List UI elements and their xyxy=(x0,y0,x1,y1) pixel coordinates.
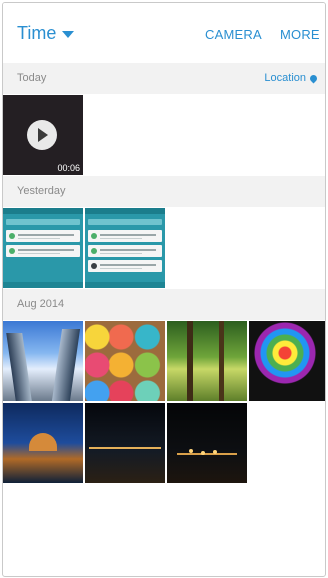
screenshot-card xyxy=(88,260,162,272)
time-view-dropdown[interactable]: Time xyxy=(17,23,75,44)
gallery-content: Today Location 00:06 Yesterday Aug 2014 xyxy=(3,63,325,576)
screenshot-footer xyxy=(85,282,165,288)
today-grid: 00:06 xyxy=(3,94,325,176)
photo-thumbnail[interactable] xyxy=(85,321,165,401)
photo-thumbnail[interactable] xyxy=(167,403,247,483)
screenshot-header xyxy=(3,208,83,214)
video-duration: 00:06 xyxy=(57,163,80,173)
screenshot-thumbnail[interactable] xyxy=(85,208,165,288)
photo-thumbnail[interactable] xyxy=(249,321,325,401)
chevron-down-icon xyxy=(62,31,75,38)
section-header-yesterday: Yesterday xyxy=(3,176,325,207)
screenshot-dot xyxy=(9,248,15,254)
yesterday-grid xyxy=(3,207,325,289)
screenshot-dot xyxy=(91,233,97,239)
app-bar: Time CAMERA MORE xyxy=(3,3,325,63)
screenshot-card xyxy=(88,230,162,242)
screenshot-line xyxy=(100,238,142,239)
aug-2014-grid xyxy=(3,320,325,484)
screenshot-dot xyxy=(91,248,97,254)
section-header-today: Today Location xyxy=(3,63,325,94)
screenshot-line xyxy=(18,234,74,236)
view-title: Time xyxy=(17,23,57,43)
location-button[interactable]: Location xyxy=(264,72,319,84)
section-label-yesterday: Yesterday xyxy=(17,185,66,197)
screenshot-card xyxy=(6,245,80,257)
section-header-aug-2014: Aug 2014 xyxy=(3,289,325,320)
video-thumbnail[interactable]: 00:06 xyxy=(3,95,83,175)
screenshot-line xyxy=(18,238,60,239)
screenshot-line xyxy=(18,253,60,254)
photo-thumbnail[interactable] xyxy=(167,321,247,401)
screenshot-line xyxy=(100,249,156,251)
more-button[interactable]: MORE xyxy=(280,27,320,42)
screenshot-line xyxy=(100,264,156,266)
screenshot-line xyxy=(100,268,142,269)
screenshot-dot xyxy=(91,263,97,269)
play-icon xyxy=(27,120,57,150)
photo-thumbnail[interactable] xyxy=(3,403,83,483)
screenshot-line xyxy=(100,253,142,254)
location-label: Location xyxy=(264,72,306,84)
screenshot-thumbnail[interactable] xyxy=(3,208,83,288)
screenshot-tabs xyxy=(6,219,80,225)
section-label-today: Today xyxy=(17,72,47,84)
section-label-aug-2014: Aug 2014 xyxy=(17,298,65,310)
camera-button[interactable]: CAMERA xyxy=(205,27,262,42)
screenshot-card xyxy=(6,230,80,242)
location-pin-icon xyxy=(308,73,319,83)
screenshot-card xyxy=(88,245,162,257)
screenshot-tabs xyxy=(88,219,162,225)
screenshot-dot xyxy=(9,233,15,239)
screenshot-footer xyxy=(3,282,83,288)
photo-thumbnail[interactable] xyxy=(85,403,165,483)
screenshot-header xyxy=(85,208,165,214)
screenshot-line xyxy=(18,249,74,251)
gallery-screen: Time CAMERA MORE Today Location 00:06 Ye… xyxy=(2,2,326,577)
screenshot-line xyxy=(100,234,156,236)
photo-thumbnail[interactable] xyxy=(3,321,83,401)
